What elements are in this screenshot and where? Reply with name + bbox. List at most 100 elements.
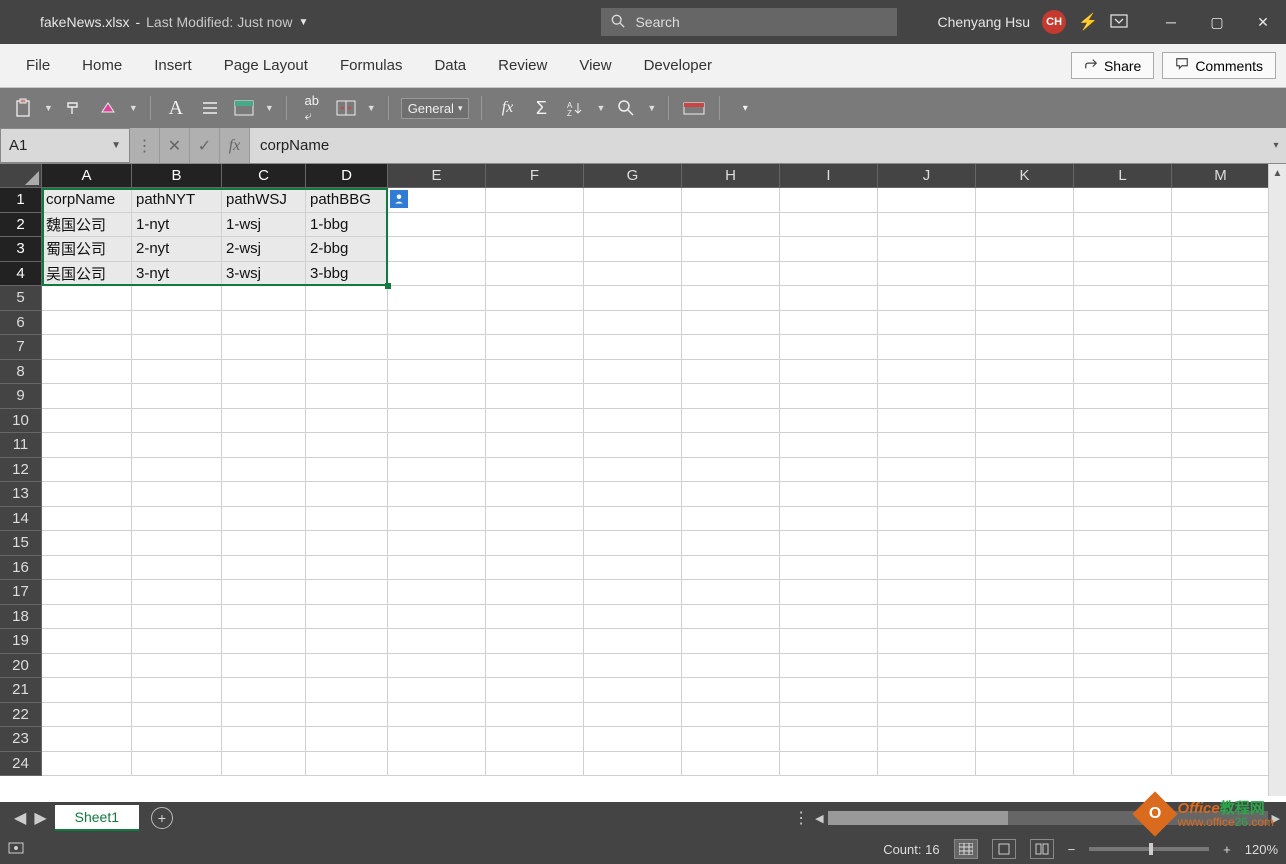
cell[interactable] — [42, 531, 132, 556]
dropdown-icon[interactable]: ▼ — [298, 17, 308, 28]
cell[interactable] — [132, 556, 222, 581]
cell[interactable] — [780, 433, 878, 458]
cell[interactable] — [486, 703, 584, 728]
clear-icon[interactable] — [95, 95, 121, 121]
cell[interactable] — [132, 678, 222, 703]
cell[interactable] — [584, 752, 682, 777]
chevron-down-icon[interactable]: ▼ — [367, 103, 376, 113]
cell[interactable] — [42, 409, 132, 434]
cell[interactable] — [306, 580, 388, 605]
cell[interactable] — [682, 311, 780, 336]
cell[interactable] — [132, 629, 222, 654]
horizontal-scrollbar[interactable] — [828, 811, 1268, 825]
cell[interactable] — [682, 286, 780, 311]
cell[interactable] — [976, 409, 1074, 434]
row-header[interactable]: 18 — [0, 605, 42, 630]
row-header[interactable]: 2 — [0, 213, 42, 238]
cell[interactable]: 魏国公司 — [42, 213, 132, 238]
cell[interactable] — [780, 335, 878, 360]
cell[interactable] — [780, 213, 878, 238]
accept-formula-icon[interactable]: ✓ — [190, 128, 220, 163]
cell[interactable] — [132, 605, 222, 630]
cell[interactable] — [682, 678, 780, 703]
cell[interactable] — [1172, 703, 1270, 728]
cell[interactable] — [222, 286, 306, 311]
cell[interactable] — [1074, 384, 1172, 409]
cell[interactable] — [976, 311, 1074, 336]
cell[interactable] — [780, 286, 878, 311]
cell[interactable] — [584, 605, 682, 630]
cell[interactable] — [1074, 507, 1172, 532]
cell[interactable] — [132, 433, 222, 458]
column-header[interactable]: E — [388, 164, 486, 188]
cell[interactable] — [388, 213, 486, 238]
cell[interactable] — [682, 727, 780, 752]
cell[interactable] — [1172, 433, 1270, 458]
cell[interactable] — [486, 752, 584, 777]
row-header[interactable]: 17 — [0, 580, 42, 605]
cell[interactable] — [780, 458, 878, 483]
column-header[interactable]: D — [306, 164, 388, 188]
zoom-label[interactable]: 120% — [1245, 842, 1278, 857]
cell[interactable] — [486, 360, 584, 385]
cell[interactable] — [132, 654, 222, 679]
cell[interactable] — [222, 752, 306, 777]
cell[interactable] — [42, 433, 132, 458]
cell[interactable] — [132, 507, 222, 532]
row-header[interactable]: 22 — [0, 703, 42, 728]
cell[interactable] — [878, 188, 976, 213]
cell[interactable] — [486, 433, 584, 458]
chevron-down-icon[interactable]: ▼ — [129, 103, 138, 113]
cell[interactable] — [1172, 213, 1270, 238]
cell[interactable] — [486, 188, 584, 213]
cell[interactable] — [132, 752, 222, 777]
cell[interactable] — [388, 286, 486, 311]
cell[interactable] — [486, 556, 584, 581]
cell[interactable] — [780, 605, 878, 630]
cell[interactable] — [584, 311, 682, 336]
cell[interactable] — [878, 703, 976, 728]
cell[interactable] — [1172, 335, 1270, 360]
merge-icon[interactable] — [333, 95, 359, 121]
cell[interactable] — [42, 556, 132, 581]
cell[interactable] — [306, 752, 388, 777]
record-macro-icon[interactable] — [8, 840, 24, 859]
cell[interactable] — [306, 360, 388, 385]
cell[interactable] — [780, 482, 878, 507]
column-header[interactable]: H — [682, 164, 780, 188]
row-header[interactable]: 24 — [0, 752, 42, 777]
cell[interactable] — [976, 507, 1074, 532]
cell[interactable]: 吴国公司 — [42, 262, 132, 287]
cell[interactable] — [306, 482, 388, 507]
cell[interactable] — [976, 629, 1074, 654]
cell[interactable] — [306, 629, 388, 654]
sort-icon[interactable]: AZ — [562, 95, 588, 121]
row-header[interactable]: 15 — [0, 531, 42, 556]
cell[interactable] — [42, 727, 132, 752]
cell[interactable] — [388, 335, 486, 360]
cell[interactable] — [584, 654, 682, 679]
close-button[interactable]: ✕ — [1240, 0, 1286, 44]
cell[interactable] — [1074, 605, 1172, 630]
cell[interactable] — [682, 335, 780, 360]
cell[interactable]: 2-bbg — [306, 237, 388, 262]
cell[interactable] — [1074, 556, 1172, 581]
fill-handle[interactable] — [385, 283, 391, 289]
cell[interactable] — [976, 335, 1074, 360]
cell[interactable] — [1074, 188, 1172, 213]
formula-options-icon[interactable]: ⋮ — [130, 128, 160, 163]
row-header[interactable]: 12 — [0, 458, 42, 483]
row-header[interactable]: 23 — [0, 727, 42, 752]
share-button[interactable]: Share — [1071, 52, 1154, 79]
cell[interactable] — [1172, 311, 1270, 336]
cell[interactable] — [42, 311, 132, 336]
cell[interactable] — [682, 703, 780, 728]
cell[interactable] — [780, 556, 878, 581]
name-box[interactable]: A1 ▼ — [0, 128, 130, 163]
cell[interactable] — [878, 531, 976, 556]
cell[interactable] — [42, 580, 132, 605]
vertical-scrollbar[interactable]: ▲ — [1268, 164, 1286, 796]
cell[interactable] — [878, 507, 976, 532]
align-icon[interactable] — [197, 95, 223, 121]
add-sheet-button[interactable]: + — [151, 807, 173, 829]
